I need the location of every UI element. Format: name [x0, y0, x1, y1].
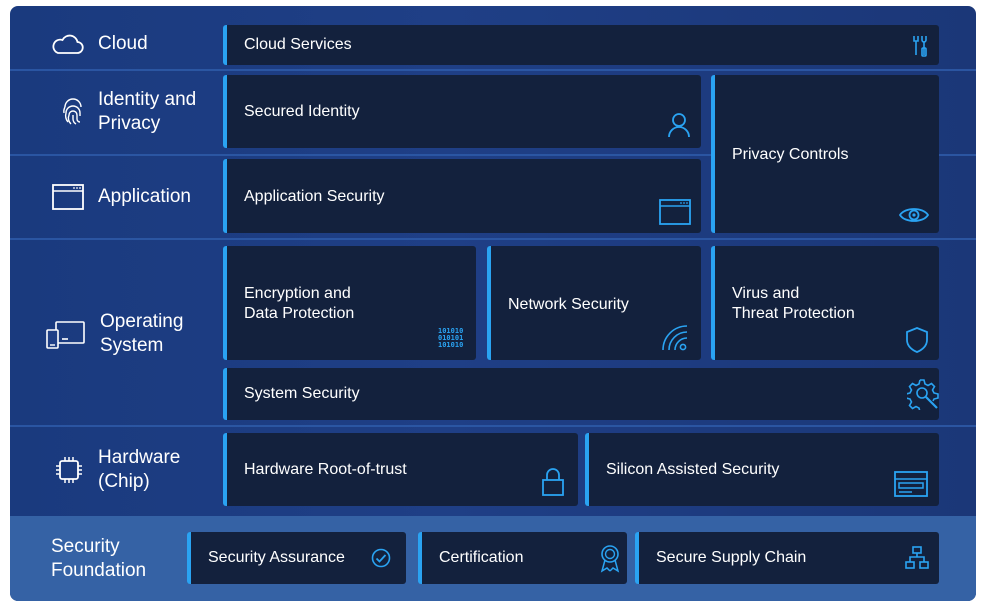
virus-threat-box: Virus and Threat Protection	[711, 246, 939, 360]
certification-box: Certification	[418, 532, 627, 584]
layer-cloud: Cloud	[50, 32, 148, 56]
layer-application: Application	[52, 184, 191, 210]
security-assurance-title: Security Assurance	[208, 549, 345, 566]
layer-hardware-label: Hardware (Chip)	[98, 447, 181, 492]
cloud-services-box: Cloud Services	[223, 25, 939, 65]
lock-icon	[542, 467, 564, 502]
supply-chain-box: Secure Supply Chain	[635, 532, 939, 584]
devices-icon	[46, 319, 86, 349]
chip-icon	[54, 455, 84, 485]
silicon-security-title: Silicon Assisted Security	[606, 461, 780, 478]
silicon-security-box: Silicon Assisted Security	[585, 433, 939, 506]
network-security-title: Network Security	[508, 296, 629, 313]
privacy-controls-box: Privacy Controls	[711, 75, 939, 233]
encryption-box: Encryption and Data Protection 101010 01…	[223, 246, 476, 360]
layer-os-label: Operating System	[100, 311, 184, 356]
layer-hardware: Hardware (Chip)	[54, 446, 180, 494]
layer-foundation-label: Security Foundation	[51, 536, 147, 581]
system-security-box: System Security	[223, 368, 939, 420]
hardware-root-box: Hardware Root-of-trust	[223, 433, 578, 506]
window-icon	[659, 199, 691, 230]
hierarchy-icon	[905, 546, 929, 575]
layer-identity: Identity and Privacy	[62, 88, 196, 136]
security-stack-diagram: Cloud Identity and Privacy Application O…	[10, 6, 976, 601]
layer-cloud-label: Cloud	[98, 33, 148, 54]
shield-icon	[905, 326, 929, 359]
supply-chain-title: Secure Supply Chain	[656, 549, 807, 566]
privacy-controls-title: Privacy Controls	[732, 146, 849, 163]
board-icon	[894, 471, 928, 502]
cloud-icon	[50, 32, 84, 56]
check-circle-icon	[371, 548, 391, 573]
svg-text:101010: 101010	[438, 341, 463, 349]
wireless-icon	[661, 324, 689, 357]
layer-foundation: Security Foundation	[51, 535, 146, 583]
application-security-box: Application Security	[223, 159, 701, 233]
certification-title: Certification	[439, 549, 524, 566]
layer-divider	[10, 425, 976, 427]
layer-os: Operating System	[46, 310, 183, 358]
network-security-box: Network Security	[487, 246, 701, 360]
secured-identity-box: Secured Identity	[223, 75, 701, 148]
layer-identity-label: Identity and Privacy	[98, 89, 197, 134]
virus-threat-title: Virus and Threat Protection	[732, 285, 855, 322]
binary-icon: 101010 010101 101010	[438, 326, 464, 355]
fingerprint-icon	[62, 98, 84, 126]
layer-divider	[10, 238, 976, 240]
system-security-title: System Security	[244, 385, 360, 402]
application-security-title: Application Security	[244, 188, 385, 205]
layer-application-label: Application	[98, 186, 191, 207]
hardware-root-title: Hardware Root-of-trust	[244, 461, 407, 478]
cloud-services-title: Cloud Services	[244, 36, 352, 53]
person-icon	[668, 112, 690, 143]
gear-search-icon	[905, 378, 939, 415]
eye-icon	[898, 206, 930, 229]
secured-identity-title: Secured Identity	[244, 103, 360, 120]
certificate-icon	[599, 543, 621, 578]
encryption-title: Encryption and Data Protection	[244, 285, 355, 322]
security-assurance-box: Security Assurance	[187, 532, 406, 584]
layer-divider	[10, 69, 976, 71]
tools-icon	[911, 34, 929, 63]
window-icon	[52, 184, 84, 210]
